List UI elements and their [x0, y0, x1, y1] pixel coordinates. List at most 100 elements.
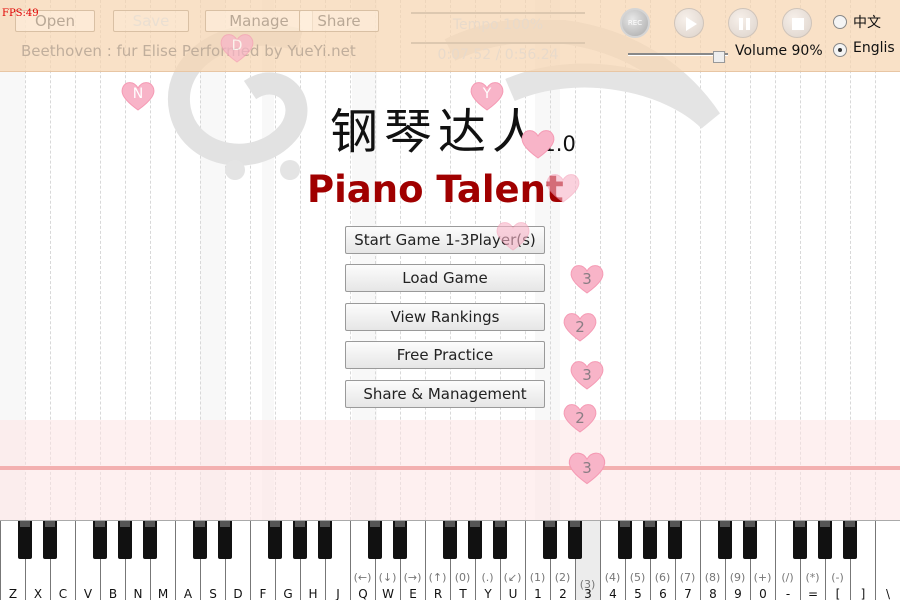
tempo-slider[interactable]: Tempo 100%	[411, 8, 585, 36]
piano-white-key[interactable]: \	[875, 521, 900, 600]
volume-thumb[interactable]	[713, 51, 725, 63]
piano-black-key[interactable]	[568, 521, 582, 559]
numpad-hint: (-)	[831, 571, 844, 584]
song-title: Beethoven : fur Elise Performed by YueYi…	[21, 42, 356, 60]
fps-counter: FPS:49	[2, 8, 39, 19]
lang-en-label[interactable]: Englis	[853, 40, 895, 56]
numpad-hint: (+)	[753, 571, 772, 584]
heart-label: 2	[575, 409, 585, 427]
tempo-track	[411, 12, 585, 14]
lang-cn-radio[interactable]	[833, 15, 847, 29]
heart-label: 2	[575, 318, 585, 336]
save-button[interactable]: Save	[113, 10, 189, 32]
view-rankings-button[interactable]: View Rankings	[345, 303, 545, 331]
piano-black-key[interactable]	[618, 521, 632, 559]
key-label: ]	[860, 587, 866, 600]
play-button[interactable]	[674, 8, 704, 38]
progress-slider[interactable]: 0:07.52 / 0:56.24	[411, 40, 585, 68]
heart-note-faded	[495, 220, 531, 252]
piano-black-key[interactable]	[93, 521, 107, 559]
key-label: G	[283, 587, 293, 600]
piano-black-key[interactable]	[543, 521, 557, 559]
heart-label: D	[231, 38, 243, 54]
heart-note-n: N	[120, 80, 156, 112]
piano-black-key[interactable]	[43, 521, 57, 559]
piano-black-key[interactable]	[393, 521, 407, 559]
piano-black-key[interactable]	[818, 521, 832, 559]
key-label: J	[336, 587, 340, 600]
numpad-hint: (↙)	[503, 571, 522, 584]
share-button[interactable]: Share	[299, 10, 379, 32]
piano-black-key[interactable]	[468, 521, 482, 559]
heart-note: 3	[567, 450, 607, 486]
piano-black-key[interactable]	[18, 521, 32, 559]
piano-black-key[interactable]	[718, 521, 732, 559]
piano-black-key[interactable]	[218, 521, 232, 559]
piano-black-key[interactable]	[143, 521, 157, 559]
numpad-hint: (4)	[604, 571, 621, 584]
key-label: 9	[734, 587, 742, 600]
piano-black-key[interactable]	[668, 521, 682, 559]
lang-cn-label[interactable]: 中文	[853, 12, 881, 32]
piano-black-key[interactable]	[793, 521, 807, 559]
numpad-hint: (0)	[454, 571, 471, 584]
piano-black-key[interactable]	[318, 521, 332, 559]
numpad-hint: (.)	[481, 571, 494, 584]
piano-black-key[interactable]	[268, 521, 282, 559]
key-label: A	[183, 587, 193, 600]
heart-label: N	[132, 86, 144, 102]
play-icon	[686, 17, 697, 31]
manage-button[interactable]: Manage	[205, 10, 313, 32]
load-game-button[interactable]: Load Game	[345, 264, 545, 292]
piano-black-key[interactable]	[743, 521, 757, 559]
piano-black-key[interactable]	[643, 521, 657, 559]
piano-black-key[interactable]	[193, 521, 207, 559]
key-label: T	[459, 587, 467, 600]
key-label: U	[508, 587, 518, 600]
piano-black-key[interactable]	[843, 521, 857, 559]
numpad-hint: (6)	[654, 571, 671, 584]
heart-note-d: D	[219, 32, 255, 64]
numpad-hint: (8)	[704, 571, 721, 584]
numpad-hint: (↓)	[378, 571, 397, 584]
key-label: 8	[709, 587, 717, 600]
heart-note-faded	[545, 172, 581, 204]
key-label: D	[233, 587, 243, 600]
key-label: -	[785, 587, 791, 600]
key-label: =	[807, 587, 819, 600]
share-management-button[interactable]: Share & Management	[345, 380, 545, 408]
key-label: 1	[534, 587, 542, 600]
key-label: E	[409, 587, 417, 600]
numpad-hint: (↑)	[428, 571, 447, 584]
heart-icon	[496, 222, 530, 251]
lang-en-radio[interactable]	[833, 43, 847, 57]
stop-button[interactable]	[782, 8, 812, 38]
hit-line	[0, 466, 900, 470]
piano-keyboard: Z X C V B N M A S D F G H J Q W E R T Y U 1 2 3 4 5 6 7 8 9 0- =[] \	[0, 520, 900, 600]
numpad-hint: (←)	[353, 571, 372, 584]
numpad-hint: (1)	[529, 571, 546, 584]
record-button[interactable]: REC	[620, 8, 650, 38]
key-label: R	[433, 587, 443, 600]
heart-note-y: Y	[469, 80, 505, 112]
numpad-hint: (→)	[403, 571, 422, 584]
numpad-hint: (9)	[729, 571, 746, 584]
time-label: 0:07.52 / 0:56.24	[437, 47, 559, 63]
key-label: 7	[684, 587, 692, 600]
pause-button[interactable]	[728, 8, 758, 38]
free-practice-button[interactable]: Free Practice	[345, 341, 545, 369]
key-label: 4	[609, 587, 617, 600]
numpad-hint: (7)	[679, 571, 696, 584]
piano-black-key[interactable]	[118, 521, 132, 559]
piano-black-key[interactable]	[493, 521, 507, 559]
piano-black-key[interactable]	[293, 521, 307, 559]
piano-black-key[interactable]	[368, 521, 382, 559]
key-label: M	[157, 587, 169, 600]
piano-black-key[interactable]	[443, 521, 457, 559]
pause-icon	[739, 18, 750, 30]
key-label: C	[58, 587, 68, 600]
hit-zone	[0, 420, 900, 520]
key-label: Y	[484, 587, 492, 600]
key-label: [	[835, 587, 841, 600]
key-label: X	[33, 587, 43, 600]
